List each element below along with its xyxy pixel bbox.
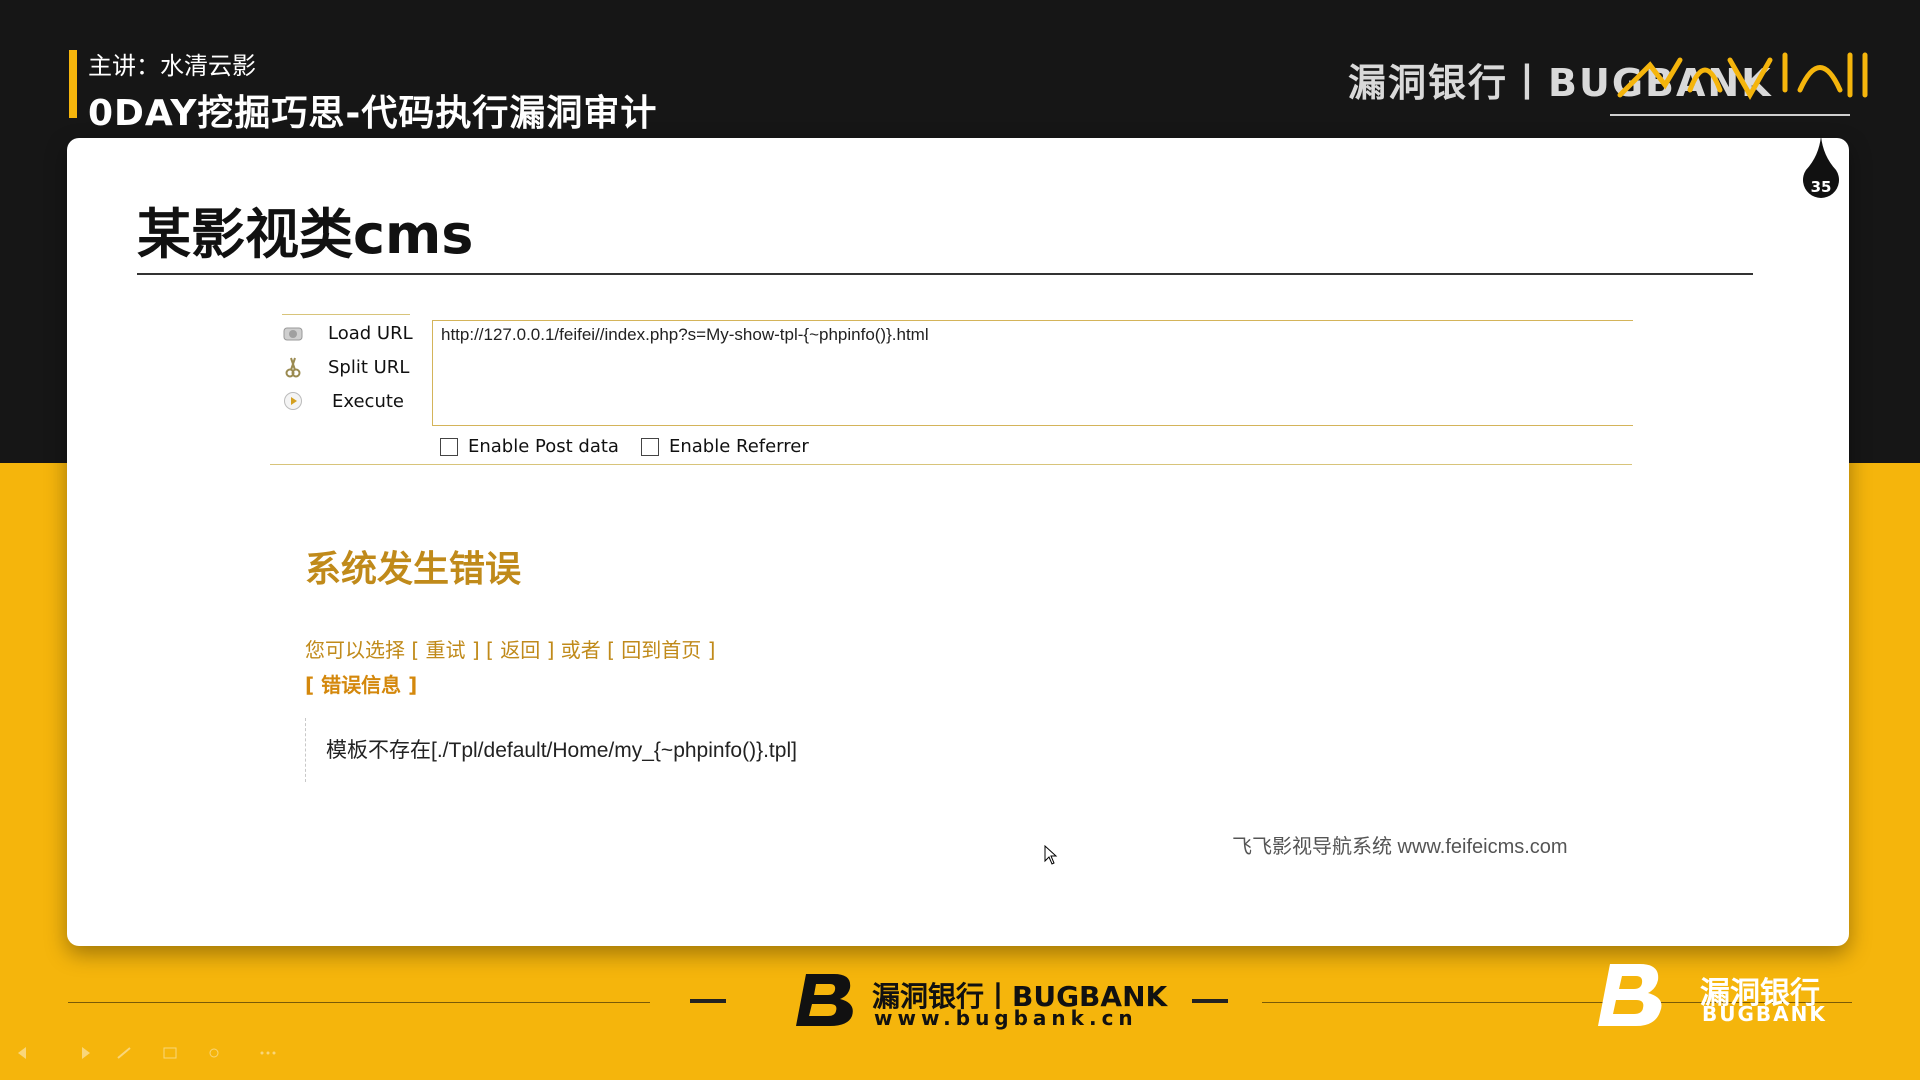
title-accent-bar [69,50,77,118]
load-url-label: Load URL [328,322,413,344]
url-textarea[interactable]: http://127.0.0.1/feifei//index.php?s=My-… [432,320,1633,426]
footer-brand-url: www.bugbank.cn [874,1006,1138,1030]
url-text: http://127.0.0.1/feifei//index.php?s=My-… [441,325,929,344]
next-icon [82,1047,90,1059]
prev-icon [18,1047,26,1059]
error-message-box: 模板不存在[./Tpl/default/Home/my_{~phpinfo()}… [305,718,1626,782]
cms-footer-link[interactable]: 飞飞影视导航系统 www.feifeicms.com [1232,830,1568,859]
play-icon [282,390,304,412]
enable-referrer-checkbox[interactable] [640,437,659,456]
load-url-icon [282,322,304,344]
options-prefix: 您可以选择 [305,638,412,662]
mouse-cursor-icon [1044,845,1058,865]
error-options: 您可以选择 [ 重试 ] [ 返回 ] 或者 [ 回到首页 ] [305,634,715,663]
footer-dash-right [1192,999,1228,1003]
hackbar-options: Enable Post data Enable Referrer [440,436,831,457]
execute-label: Execute [332,390,404,412]
episode-badge: 35 [1803,136,1839,198]
brand-art-overlay [1617,52,1868,101]
brand-underline [1610,114,1850,116]
enable-referrer-label: Enable Referrer [668,436,809,457]
video-player-controls[interactable] [14,1044,284,1062]
options-or: 或者 [554,638,608,662]
scissors-icon [282,356,304,378]
back-link[interactable]: [ 返回 ] [486,638,554,662]
slide-title: 某影视类cms [137,203,474,266]
bugbank-logo-icon [796,974,853,1026]
hackbar-divider [270,464,1632,465]
footer-line-left [68,1002,650,1003]
error-title: 系统发生错误 [305,549,522,590]
grid-icon [163,1047,177,1059]
enable-post-checkbox[interactable] [440,437,458,456]
load-url-button[interactable]: Load URL [282,322,413,344]
search-icon [209,1048,219,1058]
lecturer-label: 主讲：水清云影 [88,52,256,80]
corner-brand-sub: BUGBANK [1702,1002,1827,1026]
pen-icon [117,1047,131,1059]
toolbar-top-line [282,314,410,315]
error-info-label: [ 错误信息 ] [305,673,418,697]
course-title: 0DAY挖掘巧思-代码执行漏洞审计 [88,93,658,134]
execute-button[interactable]: Execute [282,390,404,412]
corner-bugbank-logo-icon [1598,964,1662,1026]
slide-title-rule [137,273,1753,275]
split-url-label: Split URL [328,356,410,378]
retry-link[interactable]: [ 重试 ] [411,638,479,662]
split-url-button[interactable]: Split URL [282,356,409,378]
episode-number: 35 [1811,178,1832,196]
error-message: 模板不存在[./Tpl/default/Home/my_{~phpinfo()}… [326,739,797,762]
home-link[interactable]: [ 回到首页 ] [607,638,715,662]
footer-dash-left [690,999,726,1003]
enable-post-label: Enable Post data [468,436,619,457]
